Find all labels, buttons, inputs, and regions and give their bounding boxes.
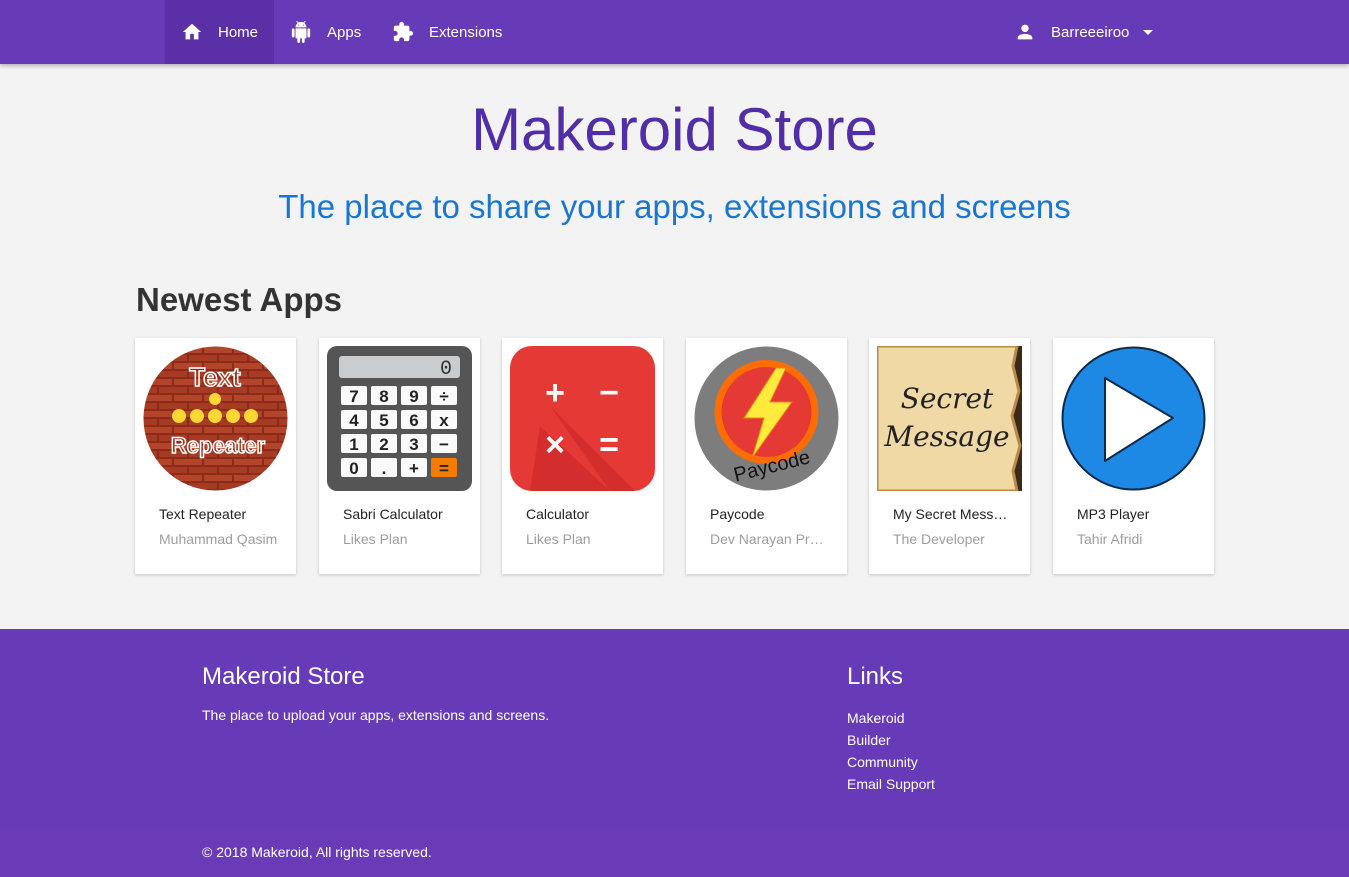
footer-links: Makeroid Builder Community Email Support xyxy=(847,707,935,795)
app-name: Calculator xyxy=(526,506,590,522)
app-card[interactable]: MP3 Player Tahir Afridi xyxy=(1053,338,1214,574)
top-navbar: Home Apps Extensions Barreeeiroo xyxy=(0,0,1349,64)
calc-key-label: x xyxy=(439,411,449,430)
app-card[interactable]: Text Repeater Text Repeater Muhammad Qas… xyxy=(135,338,296,574)
android-icon xyxy=(291,21,311,43)
footer-description: The place to upload your apps, extension… xyxy=(202,707,550,723)
nav-home-label: Home xyxy=(218,23,259,41)
sabri-calculator-app-icon: 0 7 8 9 ÷ 4 5 6 x 1 2 3 − 0. + = xyxy=(327,346,472,491)
footer-link-makeroid[interactable]: Makeroid xyxy=(847,707,935,729)
app-name: Text Repeater xyxy=(159,506,247,522)
svg-text:=: = xyxy=(599,426,619,464)
footer-title: Makeroid Store xyxy=(202,663,365,690)
svg-text:−: − xyxy=(599,374,619,412)
app-author: Likes Plan xyxy=(343,531,408,547)
svg-text:Repeater: Repeater xyxy=(171,433,266,458)
calculator-app-icon: + − × = xyxy=(510,346,655,491)
puzzle-icon xyxy=(393,21,414,42)
svg-text:0: 0 xyxy=(440,358,452,381)
app-author: Tahir Afridi xyxy=(1077,531,1143,547)
calc-key-label: + xyxy=(409,459,419,478)
footer-link-builder[interactable]: Builder xyxy=(847,729,935,751)
footer-link-email-support[interactable]: Email Support xyxy=(847,773,935,795)
svg-text:Text: Text xyxy=(189,362,241,392)
nav-home[interactable]: Home xyxy=(165,0,274,64)
copyright-text: © 2018 Makeroid, All rights reserved. xyxy=(202,844,432,860)
footer: Makeroid Store The place to upload your … xyxy=(0,629,1349,827)
calc-key-label: 0 xyxy=(349,459,358,478)
app-card[interactable]: 0 7 8 9 ÷ 4 5 6 x 1 2 3 − 0. + = Sabri Calculator Like… xyxy=(319,338,480,574)
svg-text:×: × xyxy=(545,426,565,464)
app-name: Sabri Calculator xyxy=(343,506,443,522)
calc-key-label: = xyxy=(439,459,449,478)
caret-down-icon xyxy=(1143,29,1154,35)
secret-message-app-icon: Secret Message xyxy=(877,346,1022,491)
calc-key-label: 9 xyxy=(409,387,418,406)
calc-key-label: 7 xyxy=(349,387,358,406)
app-author: Muhammad Qasim xyxy=(159,531,278,547)
calc-key-label: 5 xyxy=(379,411,388,430)
nav-extensions[interactable]: Extensions xyxy=(377,0,517,64)
mp3-player-app-icon xyxy=(1061,346,1206,491)
calc-key-label: ÷ xyxy=(439,387,448,406)
calc-key-label: 6 xyxy=(409,411,418,430)
calc-key-label: . xyxy=(382,459,387,478)
footer-link-community[interactable]: Community xyxy=(847,751,935,773)
page-title: Makeroid Store xyxy=(471,96,878,163)
app-author: Likes Plan xyxy=(526,531,591,547)
text-repeater-app-icon: Text Repeater xyxy=(143,346,288,491)
nav-apps-label: Apps xyxy=(327,23,362,41)
newest-apps-heading: Newest Apps xyxy=(136,281,342,318)
svg-text:+: + xyxy=(545,374,565,412)
home-icon xyxy=(182,23,202,40)
calc-key-label: 1 xyxy=(349,435,358,454)
copyright-bar: © 2018 Makeroid, All rights reserved. xyxy=(0,827,1349,877)
app-card[interactable]: Paycode Paycode Dev Narayan Prasad xyxy=(686,338,847,574)
svg-text:Message: Message xyxy=(883,420,1009,453)
page-subtitle: The place to share your apps, extensions… xyxy=(278,188,1071,225)
calc-key-label: 8 xyxy=(379,387,388,406)
calc-key-label: 2 xyxy=(379,435,388,454)
calc-key-label: 4 xyxy=(349,411,359,430)
app-author: Dev Narayan Prasad xyxy=(710,531,830,547)
person-icon xyxy=(1017,24,1033,40)
footer-links-title: Links xyxy=(847,663,904,690)
app-author: The Developer xyxy=(893,531,985,547)
app-name: MP3 Player xyxy=(1077,506,1150,522)
calc-key-label: − xyxy=(439,435,449,454)
app-name: Paycode xyxy=(710,506,765,522)
nav-apps[interactable]: Apps xyxy=(274,0,374,64)
calc-key-label: 3 xyxy=(409,435,418,454)
paycode-app-icon: Paycode xyxy=(694,346,839,491)
svg-text:Secret: Secret xyxy=(901,382,994,415)
user-name: Barreeeiroo xyxy=(1051,23,1130,41)
nav-extensions-label: Extensions xyxy=(429,23,503,41)
app-card[interactable]: + − × = Calculator Likes Plan xyxy=(502,338,663,574)
user-menu[interactable]: Barreeeiroo xyxy=(1002,0,1172,64)
app-name: My Secret Message xyxy=(893,506,1013,522)
newest-apps-list: Text Repeater Text Repeater Muhammad Qas… xyxy=(135,338,1215,574)
app-card[interactable]: Secret Message My Secret Message The Dev… xyxy=(869,338,1030,574)
